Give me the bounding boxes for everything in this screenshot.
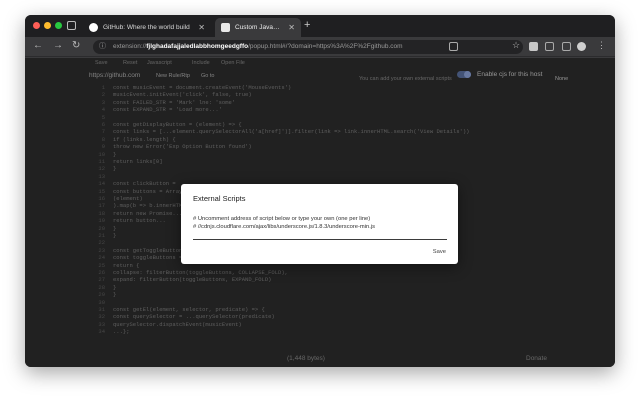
minimize-window-dot[interactable]: [44, 22, 51, 29]
browser-window: GitHub: Where the world build ✕ Custom J…: [25, 15, 615, 367]
extension-icon: [221, 23, 230, 32]
tab-title: GitHub: Where the world build: [103, 24, 190, 31]
back-icon[interactable]: ←: [33, 40, 43, 51]
address-bar[interactable]: ⓘ extension://fjlghadafajjaledlabbhomgee…: [93, 40, 523, 54]
reload-icon[interactable]: ↻: [72, 40, 80, 51]
address-prefix: extension://: [113, 43, 147, 50]
avatar[interactable]: [577, 42, 586, 51]
info-icon[interactable]: ⓘ: [99, 40, 106, 54]
forward-icon[interactable]: →: [53, 40, 63, 51]
zoom-window-dot[interactable]: [55, 22, 62, 29]
close-tab-icon[interactable]: ✕: [198, 23, 205, 32]
close-tab-icon[interactable]: ✕: [288, 23, 295, 32]
save-button[interactable]: Save: [433, 249, 446, 255]
tab-actions-icon[interactable]: [67, 21, 76, 30]
tab-custom-javascript[interactable]: Custom JavaScript ✕: [215, 18, 301, 37]
github-icon: [89, 23, 98, 32]
modal-title: External Scripts: [193, 194, 246, 203]
extension-action-icon[interactable]: [529, 42, 538, 51]
tab-github[interactable]: GitHub: Where the world build ✕: [83, 18, 211, 37]
extension-page: Save Reset Javascript Include Open File …: [25, 58, 615, 367]
external-scripts-textarea[interactable]: # Uncomment address of script below or t…: [193, 215, 448, 237]
close-window-dot[interactable]: [33, 22, 40, 29]
address-path: /popup.html#/?domain=https%3A%2F%2Fgithu…: [248, 43, 403, 50]
browser-toolbar: ← → ↻ ⓘ extension://fjlghadafajjaledlabb…: [25, 37, 615, 57]
translate-icon[interactable]: [449, 42, 458, 51]
more-icon[interactable]: ⋮: [597, 40, 606, 50]
tab-title: Custom JavaScript: [235, 24, 283, 31]
textarea-underline: [193, 239, 447, 240]
external-scripts-modal: External Scripts # Uncomment address of …: [181, 184, 458, 264]
puzzle-icon[interactable]: [545, 42, 554, 51]
new-tab-icon[interactable]: +: [304, 19, 310, 31]
bookmarks-icon[interactable]: [562, 42, 571, 51]
star-icon[interactable]: ☆: [512, 40, 521, 50]
address-host: fjlghadafajjaledlabbhomgeedgffo: [146, 43, 249, 50]
tab-strip: GitHub: Where the world build ✕ Custom J…: [25, 15, 615, 37]
